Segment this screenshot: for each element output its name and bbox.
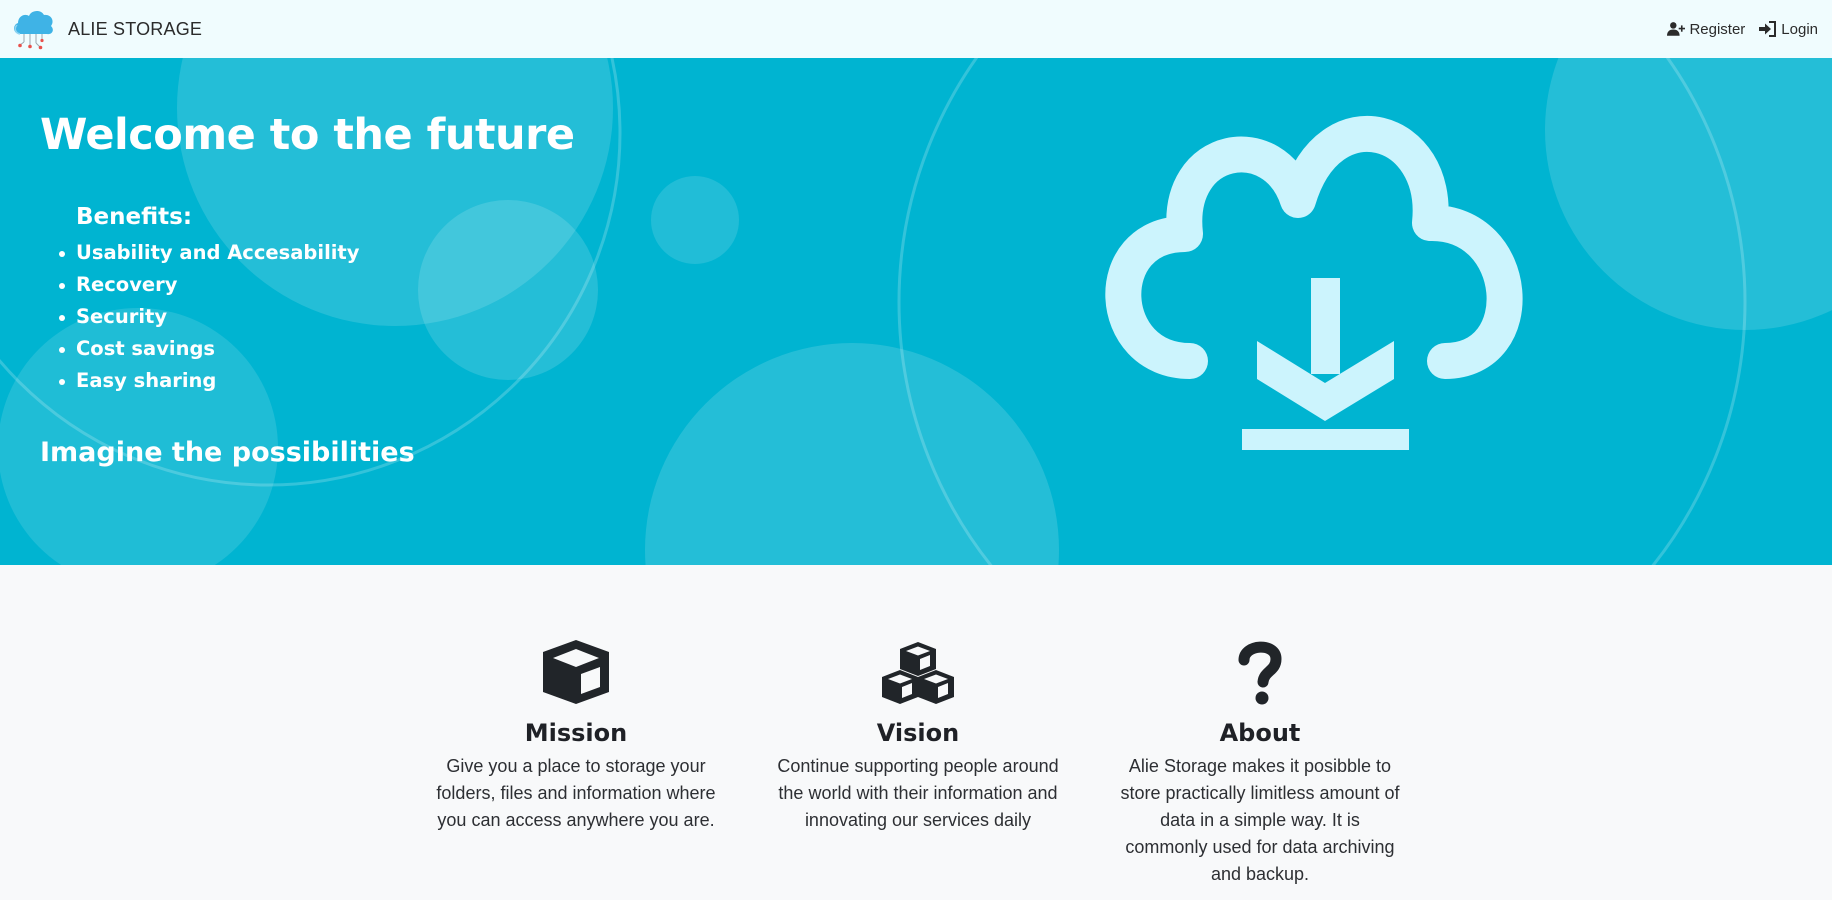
box-icon bbox=[543, 640, 609, 704]
feature-title: About bbox=[1219, 719, 1301, 747]
auth-nav: Register Login bbox=[1667, 21, 1818, 38]
hero-text: Welcome to the future Benefits: Usabilit… bbox=[40, 110, 575, 470]
register-link[interactable]: Register bbox=[1667, 21, 1745, 38]
sign-in-icon bbox=[1759, 21, 1777, 37]
feature-text: Alie Storage makes it posibble to store … bbox=[1120, 756, 1400, 885]
login-link[interactable]: Login bbox=[1759, 21, 1818, 38]
benefit-item: Cost savings bbox=[59, 333, 575, 365]
feature-text: Continue supporting people around the wo… bbox=[777, 756, 1059, 831]
feature-title: Mission bbox=[524, 719, 628, 747]
feature-about: About Alie Storage makes it posibble to … bbox=[1110, 638, 1410, 888]
cubes-icon bbox=[882, 642, 954, 704]
benefits-heading: Benefits: bbox=[76, 203, 193, 230]
feature-vision: Vision Continue supporting people around… bbox=[768, 638, 1068, 834]
hero-banner: Welcome to the future Benefits: Usabilit… bbox=[0, 58, 1832, 565]
hero-title: Welcome to the future bbox=[40, 110, 575, 160]
benefit-item: Security bbox=[59, 301, 575, 333]
login-label: Login bbox=[1781, 20, 1818, 38]
cloud-logo-icon bbox=[14, 10, 53, 50]
cloud-download-icon bbox=[1105, 115, 1523, 450]
feature-mission: Mission Give you a place to storage your… bbox=[426, 638, 726, 834]
brand-name: ALIE STORAGE bbox=[68, 18, 203, 39]
question-icon bbox=[1238, 641, 1282, 705]
features-section: Mission Give you a place to storage your… bbox=[0, 565, 1832, 900]
register-label: Register bbox=[1689, 20, 1746, 38]
benefit-item: Recovery bbox=[59, 269, 575, 301]
benefit-item: Easy sharing bbox=[59, 365, 575, 397]
benefits-list: Usability and Accesability Recovery Secu… bbox=[59, 237, 575, 397]
feature-title: Vision bbox=[876, 719, 960, 747]
navbar: ALIE STORAGE Register Login bbox=[0, 0, 1832, 58]
benefit-item: Usability and Accesability bbox=[59, 237, 575, 269]
feature-text: Give you a place to storage your folders… bbox=[436, 756, 716, 831]
user-plus-icon bbox=[1667, 22, 1686, 36]
hero-subtitle: Imagine the possibilities bbox=[40, 437, 415, 469]
brand-link[interactable]: ALIE STORAGE bbox=[10, 6, 202, 52]
